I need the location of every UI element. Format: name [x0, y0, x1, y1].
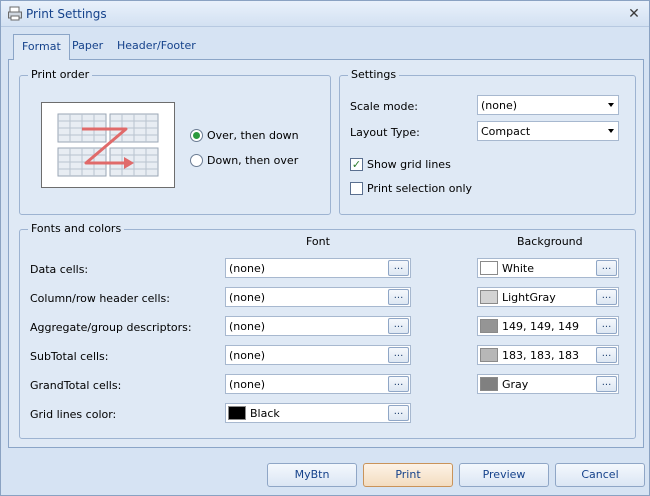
subtotal-cells-font-value: (none): [229, 349, 266, 362]
header-cells-font-value: (none): [229, 291, 266, 304]
radio-over-then-down-label: Over, then down: [207, 129, 299, 142]
subtotal-cells-label: SubTotal cells:: [30, 350, 109, 363]
mybtn-button[interactable]: MyBtn: [267, 463, 357, 487]
data-cells-bg-field[interactable]: White ...: [477, 258, 619, 278]
print-selection-only-label: Print selection only: [367, 182, 473, 195]
grandtotal-cells-font-field[interactable]: (none) ...: [225, 374, 411, 394]
font-column-header: Font: [306, 235, 330, 248]
header-cells-font-browse-button[interactable]: ...: [388, 289, 409, 305]
print-settings-dialog: Print Settings ✕ Format Paper Header/Foo…: [0, 0, 650, 496]
color-swatch: [480, 319, 498, 333]
aggregate-descriptors-bg-field[interactable]: 149, 149, 149 ...: [477, 316, 619, 336]
grid-lines-color-field[interactable]: Black ...: [225, 403, 411, 423]
grandtotal-cells-font-browse-button[interactable]: ...: [388, 376, 409, 392]
close-icon[interactable]: ✕: [625, 5, 643, 23]
data-cells-font-value: (none): [229, 262, 266, 275]
grandtotal-cells-label: GrandTotal cells:: [30, 379, 122, 392]
subtotal-cells-bg-value: 183, 183, 183: [502, 349, 579, 362]
subtotal-cells-bg-field[interactable]: 183, 183, 183 ...: [477, 345, 619, 365]
chevron-down-icon: [608, 103, 614, 107]
data-cells-font-browse-button[interactable]: ...: [388, 260, 409, 276]
print-order-title: Print order: [28, 68, 93, 81]
chevron-down-icon: [608, 129, 614, 133]
grandtotal-cells-font-value: (none): [229, 378, 266, 391]
cancel-button[interactable]: Cancel: [555, 463, 645, 487]
scale-mode-label: Scale mode:: [350, 100, 418, 113]
layout-type-label: Layout Type:: [350, 126, 420, 139]
aggregate-descriptors-bg-browse-button[interactable]: ...: [596, 318, 617, 334]
color-swatch: [480, 377, 498, 391]
print-selection-only-checkbox[interactable]: [350, 182, 363, 195]
print-order-diagram: [57, 113, 159, 177]
tab-paper[interactable]: Paper: [64, 34, 111, 60]
header-cells-label: Column/row header cells:: [30, 292, 170, 305]
color-swatch: [480, 290, 498, 304]
data-cells-bg-browse-button[interactable]: ...: [596, 260, 617, 276]
color-swatch: [480, 348, 498, 362]
grid-lines-color-browse-button[interactable]: ...: [388, 405, 409, 421]
title-bar: Print Settings ✕: [1, 1, 649, 27]
aggregate-descriptors-font-field[interactable]: (none) ...: [225, 316, 411, 336]
subtotal-cells-bg-browse-button[interactable]: ...: [596, 347, 617, 363]
scale-mode-select[interactable]: (none): [477, 95, 619, 115]
header-cells-bg-field[interactable]: LightGray ...: [477, 287, 619, 307]
fonts-colors-title: Fonts and colors: [28, 222, 125, 235]
grandtotal-cells-bg-field[interactable]: Gray ...: [477, 374, 619, 394]
layout-type-value: Compact: [481, 125, 531, 138]
data-cells-font-field[interactable]: (none) ...: [225, 258, 411, 278]
header-cells-bg-browse-button[interactable]: ...: [596, 289, 617, 305]
subtotal-cells-font-browse-button[interactable]: ...: [388, 347, 409, 363]
show-grid-lines-checkbox[interactable]: ✓: [350, 158, 363, 171]
print-button[interactable]: Print: [363, 463, 453, 487]
aggregate-descriptors-font-browse-button[interactable]: ...: [388, 318, 409, 334]
aggregate-descriptors-label: Aggregate/group descriptors:: [30, 321, 192, 334]
print-order-preview: [41, 102, 175, 188]
color-swatch: [480, 261, 498, 275]
header-cells-font-field[interactable]: (none) ...: [225, 287, 411, 307]
grandtotal-cells-bg-value: Gray: [502, 378, 529, 391]
color-swatch: [228, 406, 246, 420]
radio-down-then-over-label: Down, then over: [207, 154, 299, 167]
layout-type-select[interactable]: Compact: [477, 121, 619, 141]
scale-mode-value: (none): [481, 99, 518, 112]
subtotal-cells-font-field[interactable]: (none) ...: [225, 345, 411, 365]
settings-title: Settings: [348, 68, 400, 81]
grid-lines-color-label: Grid lines color:: [30, 408, 117, 421]
data-cells-label: Data cells:: [30, 263, 89, 276]
radio-down-then-over[interactable]: [190, 154, 203, 167]
grandtotal-cells-bg-browse-button[interactable]: ...: [596, 376, 617, 392]
show-grid-lines-label: Show grid lines: [367, 158, 451, 171]
aggregate-descriptors-font-value: (none): [229, 320, 266, 333]
aggregate-descriptors-bg-value: 149, 149, 149: [502, 320, 579, 333]
header-cells-bg-value: LightGray: [502, 291, 556, 304]
printer-icon: [8, 6, 22, 21]
window-title: Print Settings: [26, 7, 107, 21]
grid-lines-color-value: Black: [250, 407, 280, 420]
tab-header-footer[interactable]: Header/Footer: [109, 34, 204, 60]
background-column-header: Background: [517, 235, 583, 248]
tab-format[interactable]: Format: [13, 34, 70, 60]
radio-over-then-down[interactable]: [190, 129, 203, 142]
checkmark-icon: ✓: [351, 158, 362, 171]
preview-button[interactable]: Preview: [459, 463, 549, 487]
data-cells-bg-value: White: [502, 262, 534, 275]
